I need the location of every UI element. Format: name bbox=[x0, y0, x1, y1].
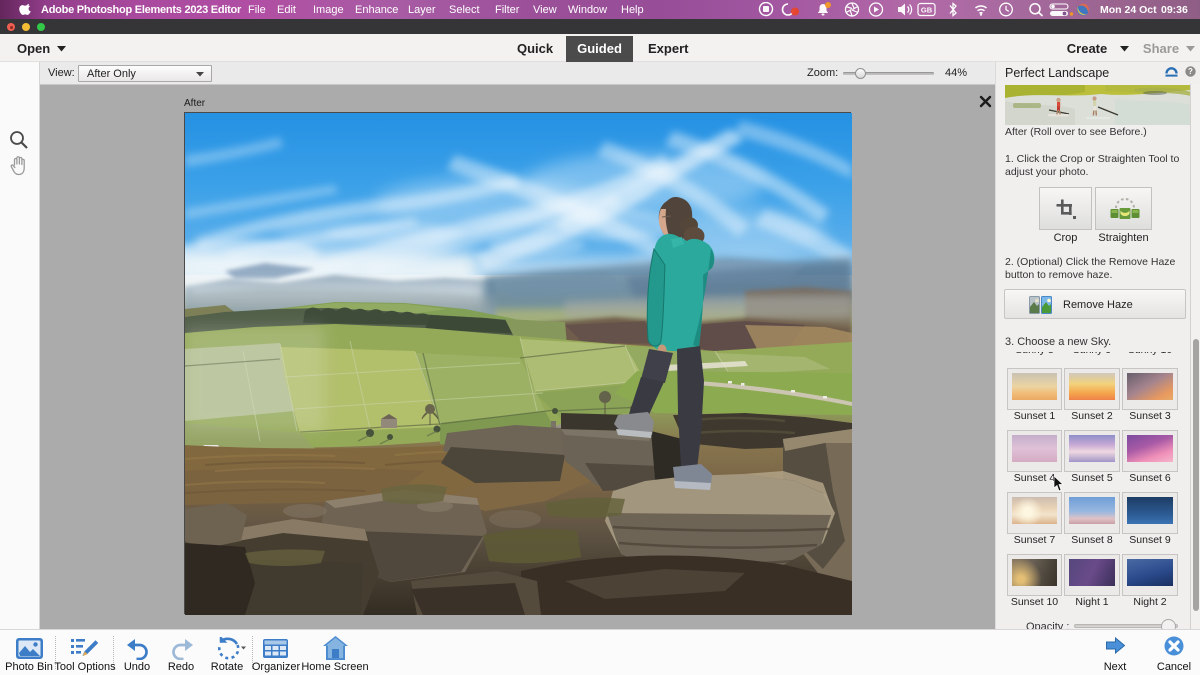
svg-text:GB: GB bbox=[921, 6, 933, 15]
svg-text:?: ? bbox=[1188, 67, 1193, 76]
